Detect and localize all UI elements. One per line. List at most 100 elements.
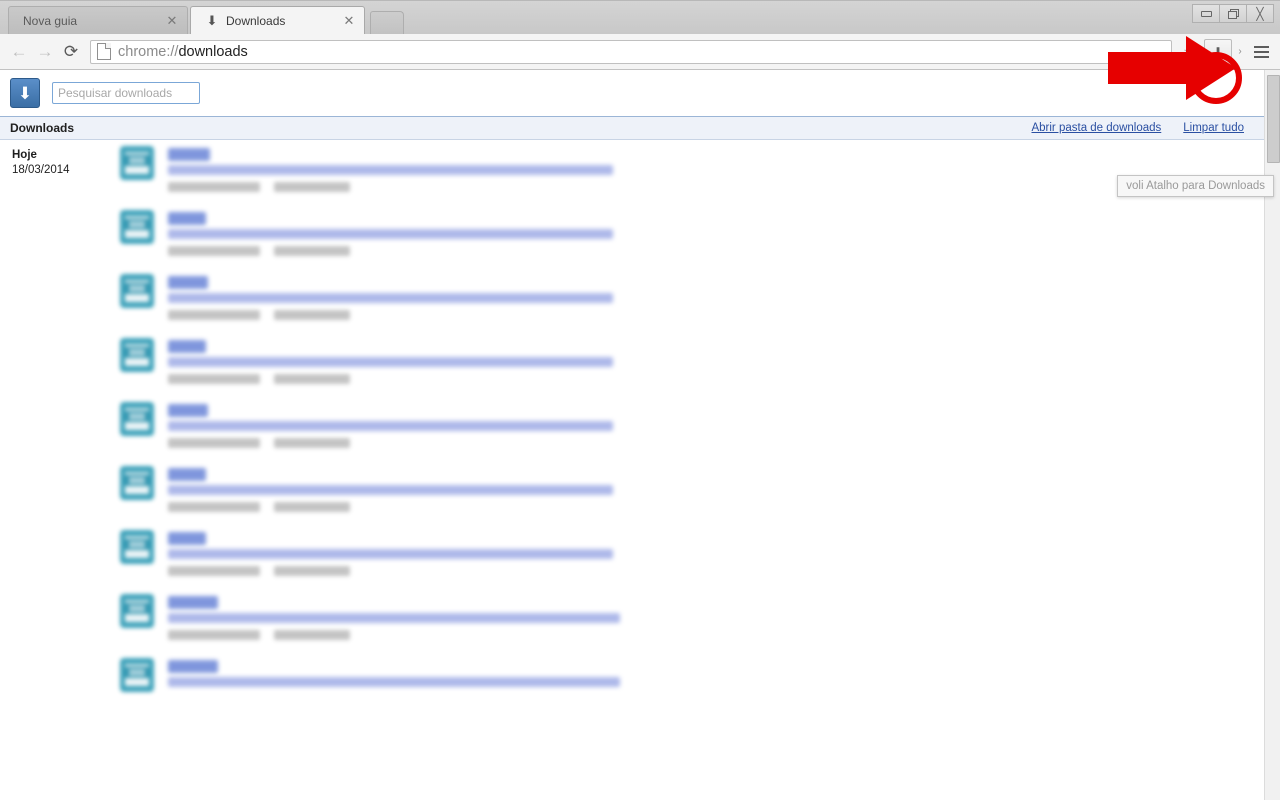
file-image-icon — [120, 466, 154, 500]
download-item[interactable] — [120, 526, 1280, 590]
back-button[interactable]: ← — [6, 39, 32, 65]
download-file-name[interactable] — [168, 596, 218, 609]
show-in-folder-link[interactable] — [168, 502, 260, 512]
download-source-url[interactable] — [168, 357, 613, 367]
new-tab-button[interactable] — [370, 11, 404, 34]
menu-icon-bar — [1253, 50, 1269, 53]
remove-from-list-link[interactable] — [274, 374, 350, 384]
arrow-right-icon: → — [36, 41, 54, 61]
search-input[interactable] — [52, 82, 200, 104]
download-item[interactable] — [120, 590, 1280, 654]
remove-from-list-link[interactable] — [274, 566, 350, 576]
browser-window: Nova guia ✕ ⬇ Downloads ✕ ╳ ← → ⟳ chrome… — [0, 0, 1280, 800]
remove-from-list-link[interactable] — [274, 246, 350, 256]
download-file-name[interactable] — [168, 212, 206, 225]
download-item[interactable] — [120, 206, 1280, 270]
tab-nova-guia[interactable]: Nova guia ✕ — [8, 6, 188, 34]
download-item[interactable] — [120, 398, 1280, 462]
download-item-actions — [168, 246, 1280, 256]
download-file-name[interactable] — [168, 148, 210, 161]
show-in-folder-link[interactable] — [168, 310, 260, 320]
clear-all-link[interactable]: Limpar tudo — [1183, 122, 1244, 134]
minimize-button[interactable] — [1192, 4, 1220, 23]
remove-from-list-link[interactable] — [274, 310, 350, 320]
download-item-actions — [168, 438, 1280, 448]
download-source-url[interactable] — [168, 613, 620, 623]
remove-from-list-link[interactable] — [274, 630, 350, 640]
download-item[interactable] — [120, 270, 1280, 334]
file-image-icon — [120, 658, 154, 692]
download-item-actions — [168, 310, 1280, 320]
chrome-menu-button[interactable] — [1248, 40, 1274, 64]
downloads-shortcut-tooltip: voli Atalho para Downloads — [1117, 175, 1274, 197]
show-in-folder-link[interactable] — [168, 246, 260, 256]
tab-label: Downloads — [226, 13, 286, 28]
download-item-body — [168, 338, 1280, 384]
minimize-icon — [1200, 10, 1212, 17]
downloads-toolbar-button[interactable]: ⬇ — [1204, 38, 1232, 65]
download-item[interactable] — [120, 462, 1280, 526]
download-file-name[interactable] — [168, 532, 206, 545]
section-links: Abrir pasta de downloads Limpar tudo — [1031, 122, 1270, 134]
chevron-right-icon: › — [1238, 46, 1242, 57]
download-item[interactable] — [120, 142, 1280, 206]
file-image-icon — [120, 402, 154, 436]
download-item-body — [168, 594, 1280, 640]
download-file-name[interactable] — [168, 468, 206, 481]
download-source-url[interactable] — [168, 677, 620, 687]
downloads-page: ⬇ Downloads Abrir pasta de downloads Lim… — [0, 70, 1280, 800]
remove-from-list-link[interactable] — [274, 502, 350, 512]
star-icon: ☆ — [1182, 43, 1198, 61]
show-in-folder-link[interactable] — [168, 374, 260, 384]
open-downloads-folder-link[interactable]: Abrir pasta de downloads — [1031, 122, 1161, 134]
download-file-name[interactable] — [168, 340, 206, 353]
address-bar[interactable]: chrome://downloads — [90, 39, 1172, 64]
reload-button[interactable]: ⟳ — [58, 39, 84, 65]
download-file-name[interactable] — [168, 276, 208, 289]
url-path: downloads — [178, 43, 248, 60]
section-title: Downloads — [10, 121, 75, 135]
show-in-folder-link[interactable] — [168, 438, 260, 448]
close-window-button[interactable]: ╳ — [1247, 4, 1274, 23]
show-in-folder-link[interactable] — [168, 182, 260, 192]
tab-label: Nova guia — [23, 13, 78, 28]
file-image-icon — [120, 210, 154, 244]
remove-from-list-link[interactable] — [274, 438, 350, 448]
download-item[interactable] — [120, 334, 1280, 398]
file-image-icon — [120, 146, 154, 180]
download-item-body — [168, 210, 1280, 256]
arrow-left-icon: ← — [10, 41, 28, 61]
address-bar-text: chrome://downloads — [118, 44, 248, 60]
date-group-date: 18/03/2014 — [12, 164, 70, 176]
download-source-url[interactable] — [168, 485, 613, 495]
download-item[interactable] — [120, 654, 1280, 718]
tab-downloads[interactable]: ⬇ Downloads ✕ — [190, 6, 365, 34]
downloads-search-row: ⬇ — [0, 70, 1280, 116]
download-item-body — [168, 146, 1280, 192]
download-arrow-icon: ⬇ — [206, 12, 218, 28]
download-source-url[interactable] — [168, 549, 613, 559]
forward-button[interactable]: → — [32, 39, 58, 65]
tab-strip: Nova guia ✕ ⬇ Downloads ✕ ╳ — [0, 0, 1280, 34]
close-icon[interactable]: ✕ — [342, 14, 356, 28]
close-icon[interactable]: ✕ — [165, 14, 179, 28]
show-in-folder-link[interactable] — [168, 566, 260, 576]
download-item-actions — [168, 502, 1280, 512]
download-source-url[interactable] — [168, 421, 613, 431]
remove-from-list-link[interactable] — [274, 182, 350, 192]
download-source-url[interactable] — [168, 229, 613, 239]
downloads-page-icon: ⬇ — [10, 78, 40, 108]
download-item-body — [168, 658, 1280, 694]
downloads-section-header: Downloads Abrir pasta de downloads Limpa… — [0, 116, 1280, 140]
download-source-url[interactable] — [168, 293, 613, 303]
download-item-body — [168, 274, 1280, 320]
bookmark-star-button[interactable]: ☆ — [1178, 40, 1202, 64]
download-file-name[interactable] — [168, 660, 218, 673]
download-file-name[interactable] — [168, 404, 208, 417]
download-source-url[interactable] — [168, 165, 613, 175]
show-in-folder-link[interactable] — [168, 630, 260, 640]
restore-button[interactable] — [1220, 4, 1247, 23]
overflow-chevron-button[interactable]: › — [1234, 46, 1246, 57]
file-image-icon — [120, 530, 154, 564]
page-scrollbar-thumb[interactable] — [1267, 75, 1280, 163]
